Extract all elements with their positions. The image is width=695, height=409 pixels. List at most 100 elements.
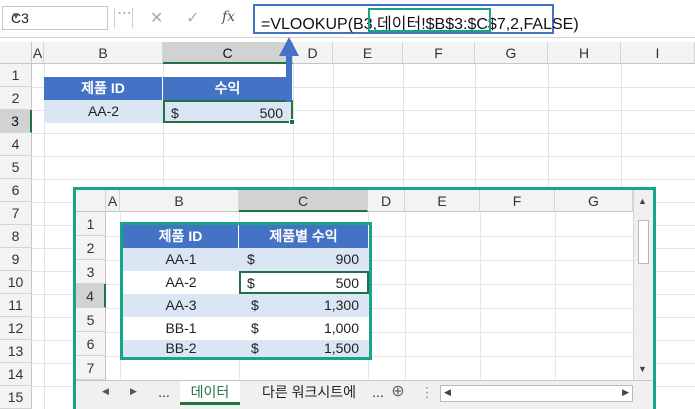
more-options-icon[interactable]: ⋮ xyxy=(420,384,434,401)
column-header-g[interactable]: G xyxy=(555,190,633,212)
next-sheet-icon[interactable]: ▶ xyxy=(130,386,137,397)
more-options-icon[interactable]: ⋮ xyxy=(117,6,133,19)
row-header[interactable]: 10 xyxy=(0,271,32,294)
cell-value[interactable]: $1,500 xyxy=(239,340,369,357)
cell-id[interactable]: AA-1 xyxy=(123,248,239,271)
worksheet-grid: A B C D E F G H I 1 2 3 4 5 6 7 8 9 10 1… xyxy=(0,38,695,409)
select-all-corner[interactable] xyxy=(0,42,32,64)
currency-symbol: $ xyxy=(247,275,255,291)
cell-b3[interactable]: AA-2 xyxy=(44,100,163,123)
row-header[interactable]: 7 xyxy=(0,202,32,225)
cancel-icon[interactable]: ✕ xyxy=(150,8,163,28)
add-sheet-icon[interactable]: ⊕ xyxy=(386,381,410,405)
column-header-d[interactable]: D xyxy=(293,42,333,64)
currency-symbol: $ xyxy=(251,340,259,356)
arrow-shaft xyxy=(286,55,292,102)
cell-value[interactable]: $1,000 xyxy=(239,317,369,340)
row-header[interactable]: 5 xyxy=(76,308,106,332)
row-header[interactable]: 1 xyxy=(76,212,106,236)
row-header[interactable]: 2 xyxy=(76,236,106,260)
fill-handle[interactable] xyxy=(289,119,295,125)
cell-value[interactable]: $1,300 xyxy=(239,294,369,317)
tab-other-worksheet[interactable]: 다른 워크시트에 xyxy=(246,381,372,405)
row-header[interactable]: 1 xyxy=(0,64,32,87)
revenue-value: 900 xyxy=(335,251,359,267)
column-header-a[interactable]: A xyxy=(106,190,120,212)
row-header[interactable]: 4 xyxy=(0,133,32,156)
chevron-down-icon[interactable]: ▼ xyxy=(11,11,101,22)
divider xyxy=(132,8,133,28)
revenue-value: 500 xyxy=(335,275,359,291)
column-header-a[interactable]: A xyxy=(32,42,44,64)
cell-id[interactable]: AA-3 xyxy=(123,294,239,317)
column-header-f[interactable]: F xyxy=(480,190,555,212)
row-header[interactable]: 11 xyxy=(0,294,32,317)
column-header-g[interactable]: G xyxy=(475,42,548,64)
formula-input[interactable]: =VLOOKUP(B3,데이터!$B$3:$C$7,2,FALSE) xyxy=(253,4,579,34)
row-header[interactable]: 7 xyxy=(76,356,106,380)
column-header-c[interactable]: C xyxy=(163,42,293,64)
gridline xyxy=(555,212,556,380)
cell-id[interactable]: BB-2 xyxy=(123,340,239,357)
currency-symbol: $ xyxy=(247,251,255,267)
column-header-c[interactable]: C xyxy=(239,190,368,212)
row-header[interactable]: 14 xyxy=(0,363,32,386)
currency-symbol: $ xyxy=(171,105,179,121)
revenue-value: 1,500 xyxy=(323,340,359,356)
gridline xyxy=(480,212,481,380)
horizontal-scrollbar[interactable]: ◀ ▶ xyxy=(440,385,633,402)
row-header[interactable]: 12 xyxy=(0,317,32,340)
cell-value-selected[interactable]: $500 xyxy=(239,271,369,294)
row-header[interactable]: 5 xyxy=(0,156,32,179)
column-header-e[interactable]: E xyxy=(333,42,403,64)
row-header[interactable]: 15 xyxy=(0,386,32,409)
column-header-h[interactable]: H xyxy=(548,42,621,64)
gridline xyxy=(32,133,695,134)
cell-id[interactable]: BB-1 xyxy=(123,317,239,340)
formula-bar: C3 ▼ ⋮ ✕ ✓ fx =VLOOKUP(B3,데이터!$B$3:$C$7,… xyxy=(0,0,695,38)
gridline xyxy=(405,212,406,380)
row-header[interactable]: 13 xyxy=(0,340,32,363)
currency-symbol: $ xyxy=(251,297,259,313)
row-header[interactable]: 2 xyxy=(0,87,32,110)
scroll-up-icon[interactable]: ▲ xyxy=(638,196,647,206)
scroll-thumb[interactable] xyxy=(638,220,649,264)
row-header[interactable]: 3 xyxy=(76,260,106,284)
row-header[interactable]: 4 xyxy=(76,284,106,308)
revenue-value: 500 xyxy=(259,105,283,121)
row-header[interactable]: 8 xyxy=(0,225,32,248)
row-header[interactable]: 6 xyxy=(76,332,106,356)
name-box[interactable]: C3 ▼ xyxy=(2,6,108,30)
row-header[interactable]: 6 xyxy=(0,179,32,202)
vertical-scrollbar[interactable]: ▲ ▼ xyxy=(633,190,653,380)
more-sheets-right[interactable]: ... xyxy=(368,381,388,405)
row-header[interactable]: 9 xyxy=(0,248,32,271)
header-product-id[interactable]: 제품 ID xyxy=(123,225,239,248)
prev-sheet-icon[interactable]: ◀ xyxy=(102,386,109,397)
enter-icon[interactable]: ✓ xyxy=(186,8,199,28)
cell-c3-selected[interactable]: $ 500 xyxy=(163,100,295,125)
header-revenue-by-product[interactable]: 제품별 수익 xyxy=(239,225,369,248)
cell-id[interactable]: AA-2 xyxy=(123,271,239,294)
column-header-i[interactable]: I xyxy=(621,42,695,64)
sheet-tab-bar: ◀ ▶ ... 데이터 다른 워크시트에 ... ⊕ ⋮ ◀ ▶ xyxy=(76,380,653,409)
header-product-id[interactable]: 제품 ID xyxy=(44,77,163,100)
row-header[interactable]: 3 xyxy=(0,110,32,133)
range-highlight-box xyxy=(368,8,491,32)
column-header-b[interactable]: B xyxy=(120,190,239,212)
column-header-d[interactable]: D xyxy=(368,190,405,212)
column-header-b[interactable]: B xyxy=(44,42,163,64)
divider xyxy=(114,8,115,28)
scroll-left-icon[interactable]: ◀ xyxy=(444,387,451,398)
select-all-corner[interactable] xyxy=(76,190,106,212)
insert-function-icon[interactable]: fx xyxy=(222,9,235,25)
scroll-right-icon[interactable]: ▶ xyxy=(622,387,629,398)
column-header-f[interactable]: F xyxy=(403,42,475,64)
formula-prefix: =VLOOKUP(B3, xyxy=(261,16,378,33)
cell-value[interactable]: $900 xyxy=(239,248,369,271)
header-revenue[interactable]: 수익 xyxy=(163,77,293,100)
column-header-e[interactable]: E xyxy=(405,190,480,212)
more-sheets-left[interactable]: ... xyxy=(152,381,176,405)
scroll-down-icon[interactable]: ▼ xyxy=(638,364,647,374)
tab-data-sheet[interactable]: 데이터 xyxy=(180,381,240,405)
